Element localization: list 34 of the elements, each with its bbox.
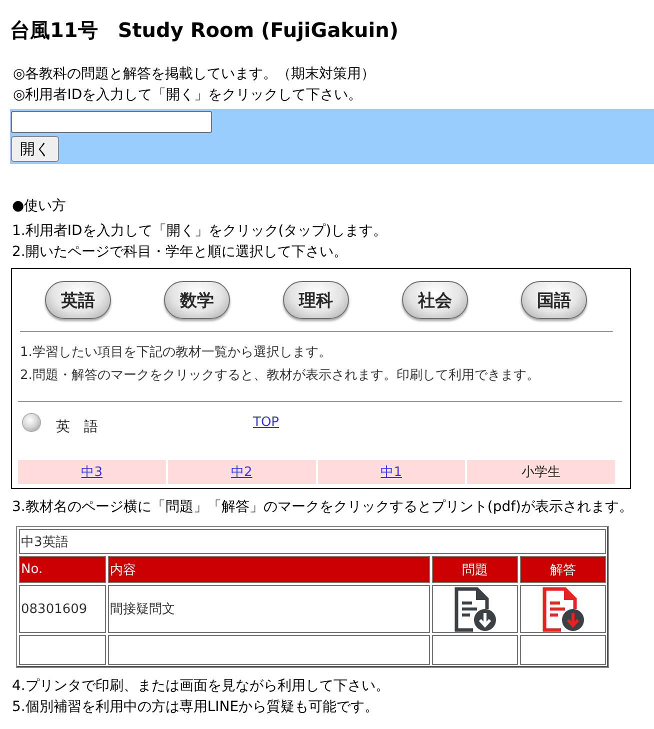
- document-download-icon[interactable]: [541, 586, 586, 632]
- subject-button[interactable]: 社会: [402, 281, 468, 319]
- step-text: 1.利用者IDを入力して「開く」をクリック(タップ)します。: [12, 222, 388, 241]
- page-title: 台風11号 Study Room (FujiGakuin): [10, 17, 400, 44]
- usage-heading: ●使い方: [12, 197, 66, 216]
- table-cell: 08301609: [19, 585, 106, 633]
- table-caption: 中3英語: [19, 529, 606, 554]
- subject-button[interactable]: 理科: [283, 281, 349, 319]
- note-text: 2.問題・解答のマークをクリックすると、教材が表示されます。印刷して利用できます。: [20, 367, 540, 385]
- grade-link[interactable]: 中2: [230, 463, 252, 481]
- column-header: 問題: [432, 556, 518, 583]
- id-input-field[interactable]: [11, 111, 212, 133]
- table-cell: 間接疑問文: [108, 585, 430, 633]
- notice-text: ◎各教科の問題と解答を掲載しています。（期末対策用）: [13, 65, 376, 84]
- step-text: 5.個別補習を利用中の方は専用LINEから質疑も可能です。: [12, 698, 379, 717]
- grade-link[interactable]: 中3: [81, 463, 103, 481]
- column-header: No.: [19, 556, 106, 583]
- top-link[interactable]: TOP: [253, 414, 280, 430]
- notice-text: ◎利用者IDを入力して「開く」をクリックして下さい。: [13, 86, 362, 105]
- grade-cell: 小学生: [467, 460, 615, 484]
- subject-button[interactable]: 英語: [45, 281, 111, 319]
- document-download-icon[interactable]: [453, 586, 497, 632]
- grade-link[interactable]: 中1: [380, 463, 402, 481]
- subject-label: 英 語: [56, 418, 98, 436]
- column-header: 内容: [108, 556, 430, 583]
- step-text: 4.プリンタで印刷、または画面を見ながら利用して下さい。: [12, 677, 390, 696]
- note-text: 1.学習したい項目を下記の教材一覧から選択します。: [20, 344, 332, 362]
- step-text: 2.開いたページで科目・学年と順に選択して下さい。: [12, 243, 348, 262]
- step-text: 3.教材名のページ横に「問題」「解答」のマークをクリックするとプリント(pdf)が表示されます。: [12, 498, 633, 517]
- column-header: 解答: [520, 556, 606, 583]
- subject-button[interactable]: 数学: [164, 281, 230, 319]
- ball-icon: [23, 414, 40, 430]
- open-button[interactable]: 開く: [11, 136, 59, 162]
- subject-button[interactable]: 国語: [521, 281, 587, 319]
